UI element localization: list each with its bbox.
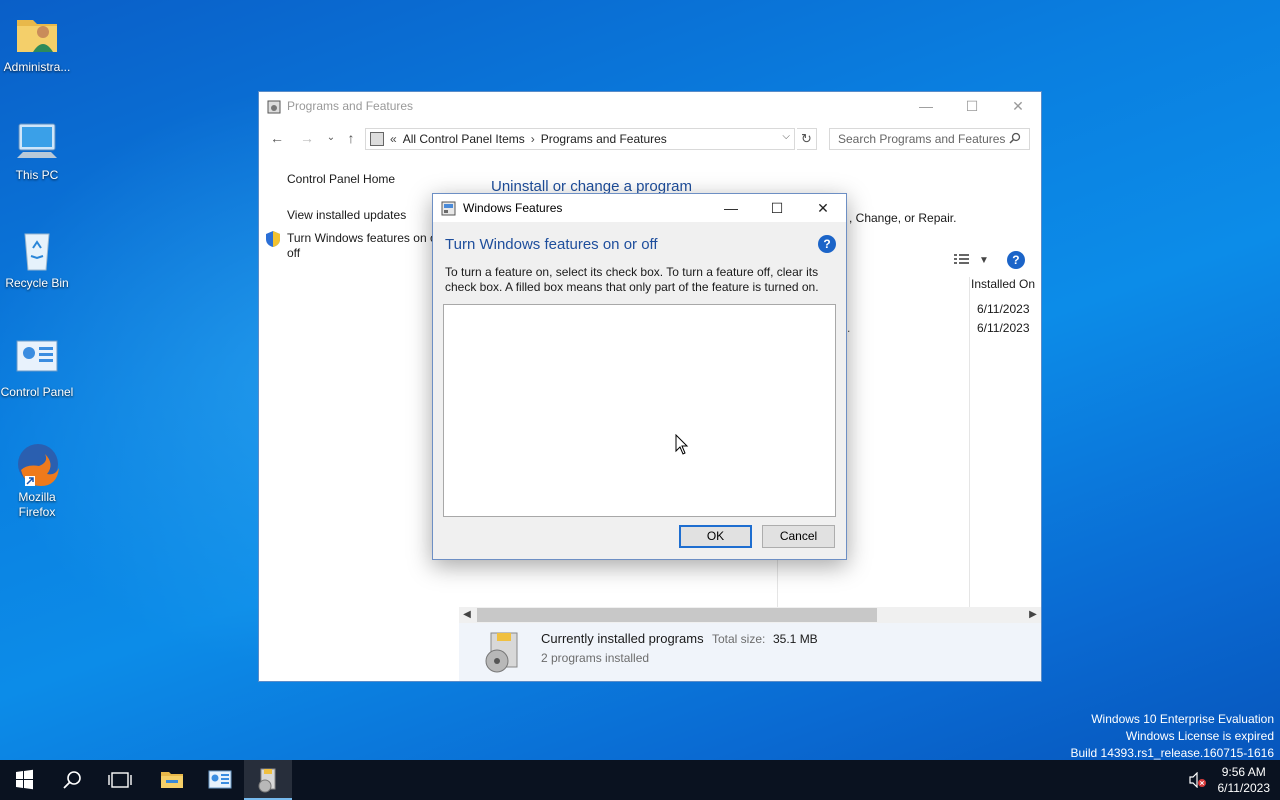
maximize-button[interactable]: ☐ bbox=[754, 194, 800, 223]
search-input[interactable]: Search Programs and Features bbox=[829, 128, 1030, 150]
watermark-edition: Windows 10 Enterprise Evaluation bbox=[1091, 712, 1274, 726]
dialog-title-bar[interactable]: Windows Features — ☐ ✕ bbox=[433, 194, 846, 222]
windows-features-dialog[interactable]: Windows Features — ☐ ✕ Turn Windows feat… bbox=[432, 193, 847, 560]
installed-programs-icon bbox=[483, 631, 523, 675]
view-toolbar: ▼ ? bbox=[953, 251, 1025, 269]
activation-watermark: Windows 10 Enterprise Evaluation Windows… bbox=[1071, 711, 1275, 762]
desktop-icon-label: Mozilla Firefox bbox=[18, 490, 56, 519]
view-dropdown-icon[interactable]: ▼ bbox=[979, 255, 989, 266]
dialog-title: Windows Features bbox=[463, 201, 563, 215]
up-arrow-icon[interactable]: ↑ bbox=[341, 128, 361, 148]
mouse-cursor-icon bbox=[675, 433, 689, 456]
windows-logo-icon bbox=[16, 769, 33, 790]
dialog-description: To turn a feature on, select its check b… bbox=[445, 265, 819, 294]
details-title: Currently installed programs bbox=[541, 631, 704, 646]
recycle-bin-icon bbox=[13, 226, 61, 274]
cancel-button[interactable]: Cancel bbox=[762, 525, 835, 548]
programs-features-taskbar-button[interactable] bbox=[244, 760, 292, 800]
turn-windows-features-link[interactable]: Turn Windows features on or bbox=[287, 231, 441, 245]
search-icon bbox=[63, 771, 81, 789]
control-panel-icon bbox=[13, 335, 61, 383]
desktop-icon-label: This PC bbox=[15, 168, 59, 182]
desktop-icon-firefox[interactable]: Mozilla Firefox bbox=[0, 440, 74, 520]
control-panel-icon bbox=[208, 770, 232, 789]
view-installed-updates-link[interactable]: View installed updates bbox=[287, 208, 406, 222]
programs-count: 2 programs installed bbox=[541, 651, 650, 665]
list-cell-fragment: . bbox=[847, 321, 851, 335]
folder-icon bbox=[161, 772, 183, 788]
refresh-icon[interactable]: ↻ bbox=[797, 128, 817, 150]
breadcrumb-all-control-panel-items[interactable]: All Control Panel Items bbox=[403, 132, 525, 146]
desktop-icon-administrator[interactable]: Administra... bbox=[0, 10, 74, 75]
minimize-button[interactable]: — bbox=[708, 194, 754, 223]
search-button[interactable] bbox=[48, 760, 96, 800]
task-view-button[interactable] bbox=[96, 760, 144, 800]
view-options-icon[interactable] bbox=[953, 252, 971, 269]
window-title: Programs and Features bbox=[287, 99, 414, 113]
breadcrumb-separator: › bbox=[530, 132, 535, 146]
breadcrumb-programs-and-features[interactable]: Programs and Features bbox=[541, 132, 667, 146]
desktop-icon-this-pc[interactable]: This PC bbox=[0, 118, 74, 183]
dialog-heading: Turn Windows features on or off bbox=[445, 236, 658, 253]
control-panel-taskbar-button[interactable] bbox=[196, 760, 244, 800]
minimize-button[interactable]: — bbox=[903, 92, 949, 121]
maximize-button[interactable]: ☐ bbox=[949, 92, 995, 121]
features-tree-list[interactable] bbox=[443, 304, 836, 517]
desktop-icon-control-panel[interactable]: Control Panel bbox=[0, 335, 74, 400]
back-arrow-icon[interactable]: ← bbox=[267, 128, 287, 148]
scroll-right-icon[interactable]: ▶ bbox=[1025, 607, 1041, 623]
column-divider bbox=[969, 277, 970, 607]
turn-windows-features-link-cont[interactable]: off bbox=[287, 246, 300, 260]
desktop-icon-label: Control Panel bbox=[0, 385, 74, 399]
clock-time: 9:56 AM bbox=[1221, 765, 1266, 779]
forward-arrow-icon[interactable]: → bbox=[297, 128, 317, 148]
scroll-left-icon[interactable]: ◀ bbox=[459, 607, 475, 623]
address-bar[interactable]: « All Control Panel Items › Programs and… bbox=[365, 128, 795, 150]
volume-muted-icon[interactable] bbox=[1188, 771, 1208, 789]
control-panel-small-icon bbox=[370, 132, 384, 146]
help-icon[interactable]: ? bbox=[1006, 251, 1025, 269]
scrollbar-thumb[interactable] bbox=[477, 608, 877, 622]
page-description-fragment: , Change, or Repair. bbox=[849, 211, 957, 225]
start-button[interactable] bbox=[0, 760, 48, 800]
horizontal-scrollbar[interactable]: ◀ ▶ bbox=[459, 607, 1041, 623]
chevron-down-icon[interactable]: ⌵ bbox=[782, 131, 790, 142]
search-icon bbox=[1009, 132, 1021, 146]
taskbar-clock[interactable]: 9:56 AM 6/11/2023 bbox=[1218, 764, 1271, 796]
help-icon[interactable]: ? bbox=[818, 235, 836, 253]
installed-on-cell: 6/11/2023 bbox=[977, 302, 1030, 316]
task-view-icon bbox=[108, 772, 132, 788]
close-button[interactable]: ✕ bbox=[800, 194, 846, 223]
user-folder-icon bbox=[13, 10, 61, 58]
clock-date: 6/11/2023 bbox=[1217, 781, 1271, 795]
file-explorer-button[interactable] bbox=[148, 760, 196, 800]
details-pane: Currently installed programs Total size:… bbox=[459, 623, 1041, 681]
desktop-icon-label: Recycle Bin bbox=[5, 276, 69, 290]
shield-icon bbox=[265, 230, 281, 248]
installer-icon bbox=[258, 768, 276, 793]
close-button[interactable]: ✕ bbox=[995, 92, 1041, 121]
desktop-icon-label: Administra... bbox=[3, 60, 71, 74]
installed-on-cell: 6/11/2023 bbox=[977, 321, 1030, 335]
column-header-installed-on[interactable]: Installed On bbox=[971, 277, 1035, 291]
total-size-value: 35.1 MB bbox=[773, 632, 818, 646]
firefox-icon bbox=[13, 440, 61, 488]
programs-icon bbox=[267, 100, 281, 114]
ok-button[interactable]: OK bbox=[679, 525, 752, 548]
title-bar[interactable]: Programs and Features — ☐ ✕ bbox=[259, 92, 1041, 121]
taskbar: 9:56 AM 6/11/2023 bbox=[0, 760, 1280, 800]
computer-icon bbox=[13, 118, 61, 166]
breadcrumb-overflow[interactable]: « bbox=[390, 132, 397, 146]
navigation-bar: ← → ⌄ ↑ « All Control Panel Items › Prog… bbox=[259, 126, 1041, 150]
recent-dropdown-icon[interactable]: ⌄ bbox=[321, 128, 341, 148]
desktop-icon-recycle-bin[interactable]: Recycle Bin bbox=[0, 226, 74, 291]
control-panel-home-link[interactable]: Control Panel Home bbox=[287, 172, 395, 186]
watermark-license: Windows License is expired bbox=[1125, 729, 1274, 743]
windows-features-icon bbox=[441, 201, 456, 216]
total-size-label: Total size: bbox=[712, 632, 766, 646]
search-placeholder: Search Programs and Features bbox=[838, 132, 1006, 146]
